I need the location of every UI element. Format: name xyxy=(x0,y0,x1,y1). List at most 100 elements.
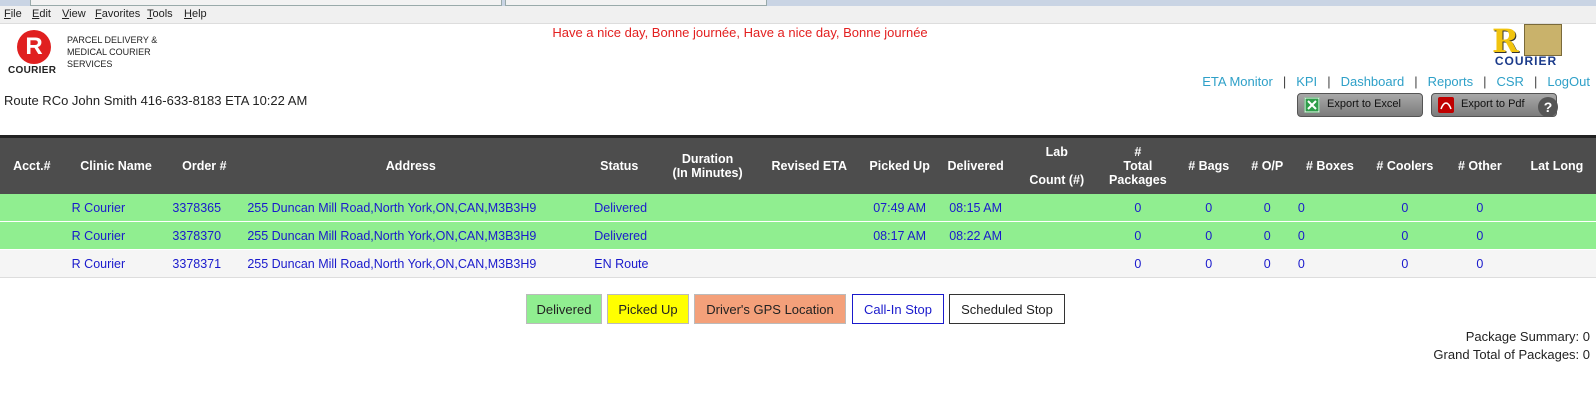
col-bags[interactable]: # Bags xyxy=(1174,138,1243,194)
building-icon xyxy=(1524,24,1562,56)
menu-help[interactable]: Help xyxy=(184,8,207,20)
nav-kpi[interactable]: KPI xyxy=(1296,74,1317,89)
cell-delivered xyxy=(938,249,1013,278)
cell-lat-long xyxy=(1517,194,1596,222)
cell-total: 0 xyxy=(1100,249,1175,278)
cell-acct xyxy=(0,249,64,278)
package-summary: Package Summary: 0 xyxy=(1465,329,1590,344)
cell-address[interactable]: 255 Duncan Mill Road,North York,ON,CAN,M… xyxy=(240,249,582,278)
col-duration-line2: (In Minutes) xyxy=(672,166,743,180)
cell-status: Delivered xyxy=(581,221,658,250)
logo-word: COURIER xyxy=(8,65,57,76)
menu-favorites[interactable]: Favorites xyxy=(95,8,140,20)
cell-coolers: 0 xyxy=(1367,249,1442,278)
table-row[interactable]: R Courier 3378370 255 Duncan Mill Road,N… xyxy=(0,221,1596,250)
export-excel-label: Export to Excel xyxy=(1327,98,1401,110)
export-excel-button[interactable]: Export to Excel xyxy=(1297,93,1423,117)
col-lab-line2: Count (#) xyxy=(1029,173,1085,187)
cell-other: 0 xyxy=(1441,249,1518,278)
col-status[interactable]: Status xyxy=(581,138,658,194)
menu-file[interactable]: File xyxy=(4,8,22,20)
nav-csr[interactable]: CSR xyxy=(1497,74,1524,89)
nav-logout[interactable]: LogOut xyxy=(1547,74,1590,89)
cell-order[interactable]: 3378371 xyxy=(168,249,241,278)
cell-clinic[interactable]: R Courier xyxy=(63,249,169,278)
cell-order[interactable]: 3378365 xyxy=(168,194,241,222)
cell-address[interactable]: 255 Duncan Mill Road,North York,ON,CAN,M… xyxy=(240,194,582,222)
cell-coolers: 0 xyxy=(1367,221,1442,250)
cell-op: 0 xyxy=(1242,194,1292,222)
col-boxes[interactable]: # Boxes xyxy=(1291,138,1368,194)
cell-bags[interactable]: 0 xyxy=(1174,194,1243,222)
cell-coolers: 0 xyxy=(1367,194,1442,222)
menu-tools[interactable]: Tools xyxy=(147,8,173,20)
table-row[interactable]: R Courier 3378365 255 Duncan Mill Road,N… xyxy=(0,194,1596,222)
cell-total: 0 xyxy=(1100,194,1175,222)
cell-op: 0 xyxy=(1242,249,1292,278)
help-icon[interactable]: ? xyxy=(1538,97,1558,117)
cell-delivered: 08:15 AM xyxy=(938,194,1013,222)
greeting-message: Have a nice day, Bonne journée, Have a n… xyxy=(552,25,928,40)
cell-boxes: 0 xyxy=(1291,249,1368,278)
cell-bags[interactable]: 0 xyxy=(1174,221,1243,250)
cell-other: 0 xyxy=(1441,194,1518,222)
cell-revised-eta xyxy=(757,221,861,250)
menu-view[interactable]: View xyxy=(62,8,86,20)
excel-icon xyxy=(1304,97,1320,113)
cell-boxes: 0 xyxy=(1291,194,1368,222)
col-address[interactable]: Address xyxy=(240,138,582,194)
col-coolers[interactable]: # Coolers xyxy=(1367,138,1442,194)
nav-dashboard[interactable]: Dashboard xyxy=(1341,74,1405,89)
cell-acct xyxy=(0,221,64,250)
cell-bags[interactable]: 0 xyxy=(1174,249,1243,278)
cell-order[interactable]: 3378370 xyxy=(168,221,241,250)
corner-courier-logo: R COURIER xyxy=(1488,22,1564,68)
col-delivered[interactable]: Delivered xyxy=(938,138,1013,194)
deliveries-table: Acct.# Clinic Name Order # Address Statu… xyxy=(0,138,1596,278)
cell-duration xyxy=(657,194,758,222)
pdf-icon xyxy=(1438,97,1454,113)
cell-acct xyxy=(0,194,64,222)
cell-duration xyxy=(657,249,758,278)
legend-gps-location: Driver's GPS Location xyxy=(694,294,846,324)
nav-reports[interactable]: Reports xyxy=(1428,74,1474,89)
nav-separator: | xyxy=(1282,74,1287,89)
cell-status: Delivered xyxy=(581,194,658,222)
col-revised-eta[interactable]: Revised ETA xyxy=(757,138,861,194)
col-total-packages[interactable]: # Total Packages xyxy=(1100,138,1175,194)
nav-separator: | xyxy=(1533,74,1538,89)
table-header-row: Acct.# Clinic Name Order # Address Statu… xyxy=(0,138,1596,194)
col-op[interactable]: # O/P xyxy=(1242,138,1292,194)
cell-clinic[interactable]: R Courier xyxy=(63,194,169,222)
corner-logo-word: COURIER xyxy=(1494,54,1558,68)
col-lat-long[interactable]: Lat Long xyxy=(1517,138,1596,194)
cell-picked-up: 08:17 AM xyxy=(860,221,939,250)
cell-picked-up xyxy=(860,249,939,278)
cell-picked-up: 07:49 AM xyxy=(860,194,939,222)
col-total-line2: Total xyxy=(1123,159,1153,173)
nav-separator: | xyxy=(1414,74,1418,89)
nav-separator: | xyxy=(1483,74,1487,89)
cell-clinic[interactable]: R Courier xyxy=(63,221,169,250)
nav-eta-monitor[interactable]: ETA Monitor xyxy=(1202,74,1273,89)
col-lab-line1: Lab xyxy=(1045,145,1068,159)
cell-lab xyxy=(1012,249,1101,278)
cell-address[interactable]: 255 Duncan Mill Road,North York,ON,CAN,M… xyxy=(240,221,582,250)
cell-revised-eta xyxy=(757,194,861,222)
cell-lat-long xyxy=(1517,249,1596,278)
table-row[interactable]: R Courier 3378371 255 Duncan Mill Road,N… xyxy=(0,249,1596,278)
cell-revised-eta xyxy=(757,249,861,278)
route-info: Route RCo John Smith 416-633-8183 ETA 10… xyxy=(4,93,308,108)
col-lab-count[interactable]: Lab Count (#) xyxy=(1012,138,1101,194)
col-order[interactable]: Order # xyxy=(168,138,241,194)
col-clinic-name[interactable]: Clinic Name xyxy=(63,138,169,194)
col-picked-up[interactable]: Picked Up xyxy=(860,138,939,194)
col-other[interactable]: # Other xyxy=(1441,138,1518,194)
export-pdf-label: Export to Pdf xyxy=(1461,98,1525,110)
col-duration[interactable]: Duration (In Minutes) xyxy=(657,138,758,194)
legend-call-in-stop: Call-In Stop xyxy=(852,294,944,324)
cell-lab xyxy=(1012,194,1101,222)
col-acct[interactable]: Acct.# xyxy=(0,138,64,194)
menu-edit[interactable]: Edit xyxy=(32,8,51,20)
col-total-line1: # xyxy=(1134,145,1142,159)
